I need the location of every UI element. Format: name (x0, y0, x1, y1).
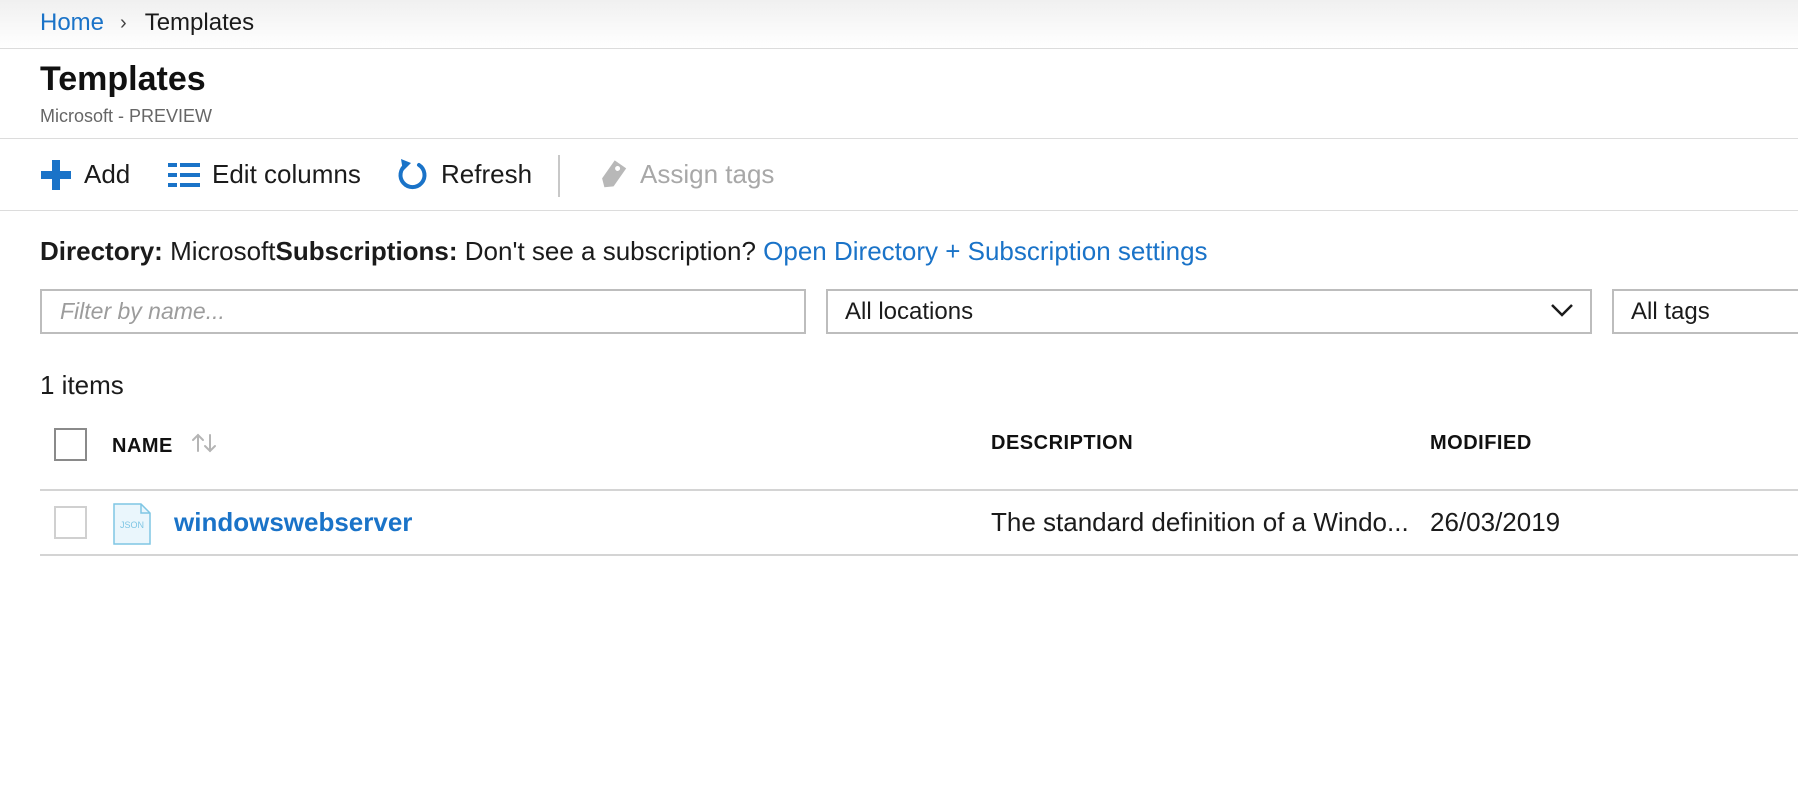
edit-columns-label: Edit columns (212, 159, 361, 189)
locations-dropdown[interactable]: All locations (826, 289, 1592, 334)
command-toolbar: Add Edit columns Refresh Assign tags (0, 138, 1798, 211)
breadcrumb-bar: Home › Templates (0, 0, 1798, 49)
tag-icon (602, 159, 627, 187)
breadcrumb: Home › Templates (40, 9, 254, 37)
template-name-link[interactable]: windowswebserver (174, 507, 412, 538)
chevron-right-icon: › (120, 11, 127, 34)
subscription-hint: Don't see a subscription? (464, 236, 756, 266)
column-header-name[interactable]: NAME (112, 435, 173, 458)
directory-value: Microsoft (170, 236, 276, 266)
assign-tags-label: Assign tags (640, 159, 775, 189)
page-title: Templates (40, 60, 206, 98)
json-file-icon: JSON (113, 503, 151, 545)
assign-tags-button[interactable]: Assign tags (598, 139, 774, 210)
table-header: NAME DESCRIPTION MODIFIED (40, 420, 1798, 491)
directory-label: Directory: (40, 236, 163, 266)
tags-dropdown-value: All tags (1631, 297, 1710, 325)
toolbar-divider (558, 155, 560, 197)
items-count: 1 items (40, 370, 124, 400)
refresh-button[interactable]: Refresh (397, 139, 532, 210)
tags-dropdown[interactable]: All tags (1612, 289, 1798, 334)
breadcrumb-current: Templates (144, 9, 255, 36)
column-header-description[interactable]: DESCRIPTION (991, 432, 1133, 455)
template-modified-date: 26/03/2019 (1430, 507, 1561, 537)
table-row[interactable]: JSON windowswebserver The standard defin… (40, 491, 1798, 556)
add-button-label: Add (84, 159, 131, 189)
sort-arrows-icon[interactable] (191, 432, 217, 454)
add-button[interactable]: Add (40, 139, 130, 210)
template-description: The standard definition of a Windo... (991, 507, 1409, 537)
row-checkbox[interactable] (54, 506, 87, 539)
select-all-checkbox[interactable] (54, 428, 87, 461)
locations-dropdown-value: All locations (845, 297, 974, 325)
column-header-modified[interactable]: MODIFIED (1430, 432, 1532, 455)
refresh-icon (398, 158, 427, 189)
subscriptions-label: Subscriptions: (275, 236, 458, 266)
columns-list-icon (168, 162, 200, 187)
edit-columns-button[interactable]: Edit columns (168, 139, 361, 210)
directory-settings-link[interactable]: Open Directory + Subscription settings (763, 236, 1207, 266)
chevron-down-icon (1551, 304, 1573, 317)
page-subtitle: Microsoft - PREVIEW (40, 106, 213, 126)
filter-by-name-input[interactable] (40, 289, 806, 334)
breadcrumb-home-link[interactable]: Home (40, 9, 104, 37)
file-type-badge: JSON (120, 520, 144, 530)
plus-icon (41, 159, 71, 190)
directory-subscription-line: Directory: MicrosoftSubscriptions: Don't… (40, 236, 1208, 267)
refresh-label: Refresh (441, 159, 533, 189)
